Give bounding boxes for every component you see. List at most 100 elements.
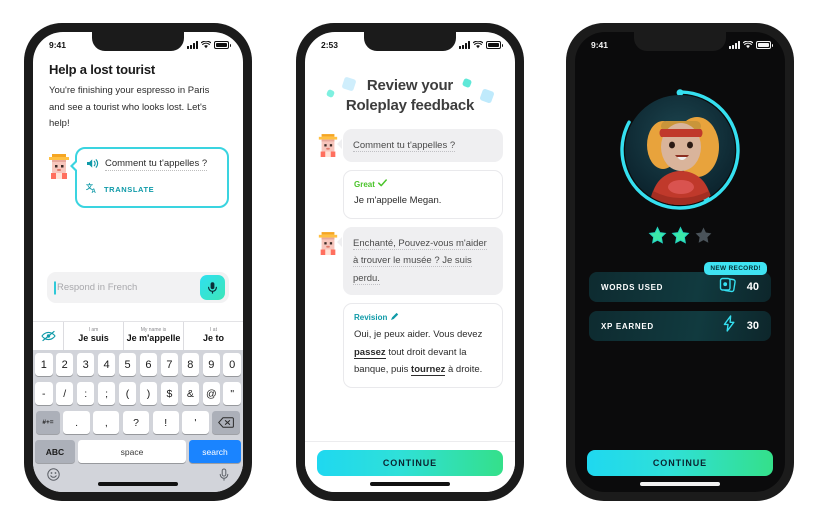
hide-suggestions-icon[interactable] xyxy=(33,330,63,342)
character-avatar-icon xyxy=(317,231,339,257)
svg-text:A: A xyxy=(92,189,97,194)
suggestion-2[interactable]: I at Je to xyxy=(183,322,243,350)
battery-icon xyxy=(756,41,773,49)
key-9[interactable]: 9 xyxy=(202,353,221,376)
key-0[interactable]: 0 xyxy=(223,353,241,376)
key-abc[interactable]: ABC xyxy=(35,440,75,463)
key-2[interactable]: 2 xyxy=(55,353,74,376)
home-indicator xyxy=(98,482,178,486)
wifi-icon xyxy=(201,41,211,49)
npc-message-bubble[interactable]: Enchanté, Pouvez-vous m'aider à trouver … xyxy=(343,226,503,296)
feedback-title-line2: Roleplay feedback xyxy=(345,97,475,115)
response-placeholder: Respond in French xyxy=(57,282,200,293)
key-comma[interactable]: , xyxy=(93,411,120,434)
key-paren-close[interactable]: ) xyxy=(139,382,158,405)
npc-message-bubble[interactable]: Comment tu t'appelles ? xyxy=(343,128,503,163)
key-1[interactable]: 1 xyxy=(35,353,53,376)
key-slash[interactable]: / xyxy=(55,382,74,405)
continue-button[interactable]: CONTINUE xyxy=(587,450,773,476)
cellular-signal-icon xyxy=(187,41,198,49)
rev-part-0: Oui, je peux aider. Vous devez xyxy=(354,329,483,341)
character-avatar-icon xyxy=(47,153,71,181)
lesson-header: Help a lost tourist You're finishing you… xyxy=(33,54,243,133)
star-empty xyxy=(694,226,713,250)
key-5[interactable]: 5 xyxy=(118,353,137,376)
key-period[interactable]: . xyxy=(63,411,90,434)
response-input[interactable]: Respond in French xyxy=(47,272,229,303)
npc-speech-bubble[interactable]: Comment tu t'appelles ? 文A TRANSLATE xyxy=(70,146,229,208)
results-body: NEW RECORD! WORDS USED 40 XP EARNED 30 C… xyxy=(575,54,785,492)
dictation-icon[interactable] xyxy=(219,468,229,487)
key-7[interactable]: 7 xyxy=(160,353,179,376)
stat-value: 30 xyxy=(746,320,759,332)
notch xyxy=(364,32,456,51)
suggestion-1[interactable]: My name is Je m'appelle xyxy=(123,322,183,350)
feedback-title: Review your Roleplay feedback xyxy=(305,54,515,117)
key-dollar[interactable]: $ xyxy=(160,382,179,405)
continue-button[interactable]: CONTINUE xyxy=(317,450,503,476)
pencil-icon xyxy=(390,312,399,323)
key-at[interactable]: @ xyxy=(202,382,221,405)
translate-button[interactable]: 文A TRANSLATE xyxy=(86,181,218,199)
suggestion-bar: I am Je suis My name is Je m'appelle I a… xyxy=(33,321,243,350)
rev-part-4: à droite. xyxy=(445,364,483,376)
battery-icon xyxy=(486,41,503,49)
speaker-icon[interactable] xyxy=(86,156,99,174)
key-space[interactable]: space xyxy=(78,440,186,463)
status-icons xyxy=(187,41,231,49)
key-symbols-mode[interactable]: #+= xyxy=(36,411,60,434)
stat-label: XP EARNED xyxy=(601,321,654,331)
screenshot-stage: 9:41 Help a lost tourist You're finishin… xyxy=(0,0,815,518)
key-semicolon[interactable]: ; xyxy=(97,382,116,405)
key-colon[interactable]: : xyxy=(76,382,95,405)
great-label: Great xyxy=(354,179,375,189)
character-avatar-icon xyxy=(317,133,339,159)
revision-message-bubble[interactable]: Revision Oui, je peux aider. Vous devez … xyxy=(343,303,503,388)
response-input-wrap: Respond in French xyxy=(47,272,229,303)
home-indicator xyxy=(640,482,720,486)
phone2-screen: 2:53 Review your Roleplay feedback Comme… xyxy=(305,32,515,492)
message-row-npc: Enchanté, Pouvez-vous m'aider à trouver … xyxy=(317,226,503,296)
phone1-screen: 9:41 Help a lost tourist You're finishin… xyxy=(33,32,243,492)
key-question[interactable]: ? xyxy=(122,411,150,434)
stat-value-group: 30 xyxy=(722,315,759,337)
key-search[interactable]: search xyxy=(189,440,241,463)
status-icons xyxy=(459,41,503,49)
feedback-feed: Comment tu t'appelles ? Great Je m'appel… xyxy=(305,117,515,388)
npc-message-row: Comment tu t'appelles ? 文A TRANSLATE xyxy=(33,133,243,208)
revision-message-text: Oui, je peux aider. Vous devez passez to… xyxy=(354,326,492,379)
key-quote[interactable]: " xyxy=(223,382,241,405)
user-message-text: Je m'appelle Megan. xyxy=(354,195,442,207)
status-time: 9:41 xyxy=(49,40,67,50)
key-4[interactable]: 4 xyxy=(97,353,116,376)
feedback-title-line1: Review your xyxy=(366,77,454,94)
emoji-icon[interactable] xyxy=(47,468,60,486)
backspace-icon[interactable] xyxy=(211,411,240,434)
suggestion-fr: Je to xyxy=(202,333,224,344)
wifi-icon xyxy=(473,41,483,49)
key-paren-open[interactable]: ( xyxy=(118,382,137,405)
microphone-button[interactable] xyxy=(200,275,225,300)
lesson-body: Help a lost tourist You're finishing you… xyxy=(33,54,243,492)
key-3[interactable]: 3 xyxy=(76,353,95,376)
key-hyphen[interactable]: - xyxy=(35,382,53,405)
user-message-bubble[interactable]: Great Je m'appelle Megan. xyxy=(343,170,503,219)
xp-bolt-icon xyxy=(722,315,737,337)
message-row-revision: Revision Oui, je peux aider. Vous devez … xyxy=(317,303,503,388)
stat-value-group: 40 xyxy=(719,277,759,298)
cellular-signal-icon xyxy=(729,41,740,49)
character-portrait xyxy=(625,95,735,205)
translate-label: TRANSLATE xyxy=(104,185,155,195)
status-badge-great: Great xyxy=(354,179,492,189)
revision-label: Revision xyxy=(354,313,388,323)
key-8[interactable]: 8 xyxy=(181,353,200,376)
suggestion-0[interactable]: I am Je suis xyxy=(63,322,123,350)
key-6[interactable]: 6 xyxy=(139,353,158,376)
key-ampersand[interactable]: & xyxy=(181,382,200,405)
key-apostrophe[interactable]: ' xyxy=(182,411,209,434)
cellular-signal-icon xyxy=(459,41,470,49)
key-exclamation[interactable]: ! xyxy=(152,411,179,434)
keyboard-bottom-bar xyxy=(33,466,243,492)
keyboard-row-bottom: ABC space search xyxy=(33,437,243,466)
keyboard-row-numbers: 1 2 3 4 5 6 7 8 9 0 xyxy=(33,350,243,379)
